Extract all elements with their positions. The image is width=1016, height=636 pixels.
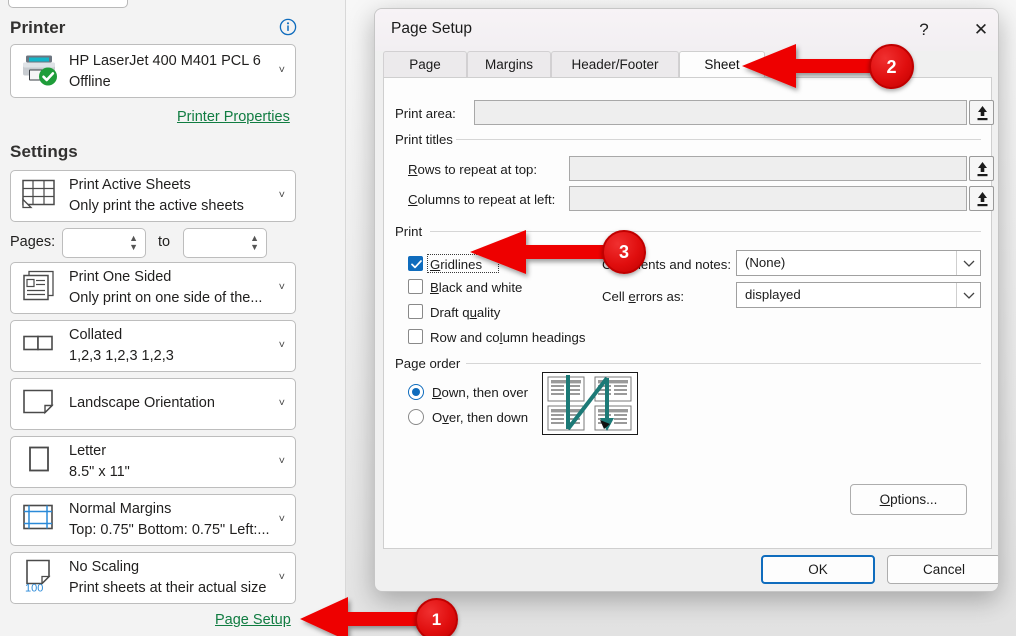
annotation-arrows xyxy=(0,0,1016,636)
annotation-badge-3: 3 xyxy=(602,230,646,274)
annotation-badge-1: 1 xyxy=(415,598,458,636)
annotation-arrow-3 xyxy=(470,230,608,274)
annotation-arrow-2 xyxy=(742,44,872,88)
screenshot-root: Printer HP LaserJet 400 M401 PCL 6 Offli… xyxy=(0,0,1016,636)
annotation-badge-2: 2 xyxy=(869,44,914,89)
